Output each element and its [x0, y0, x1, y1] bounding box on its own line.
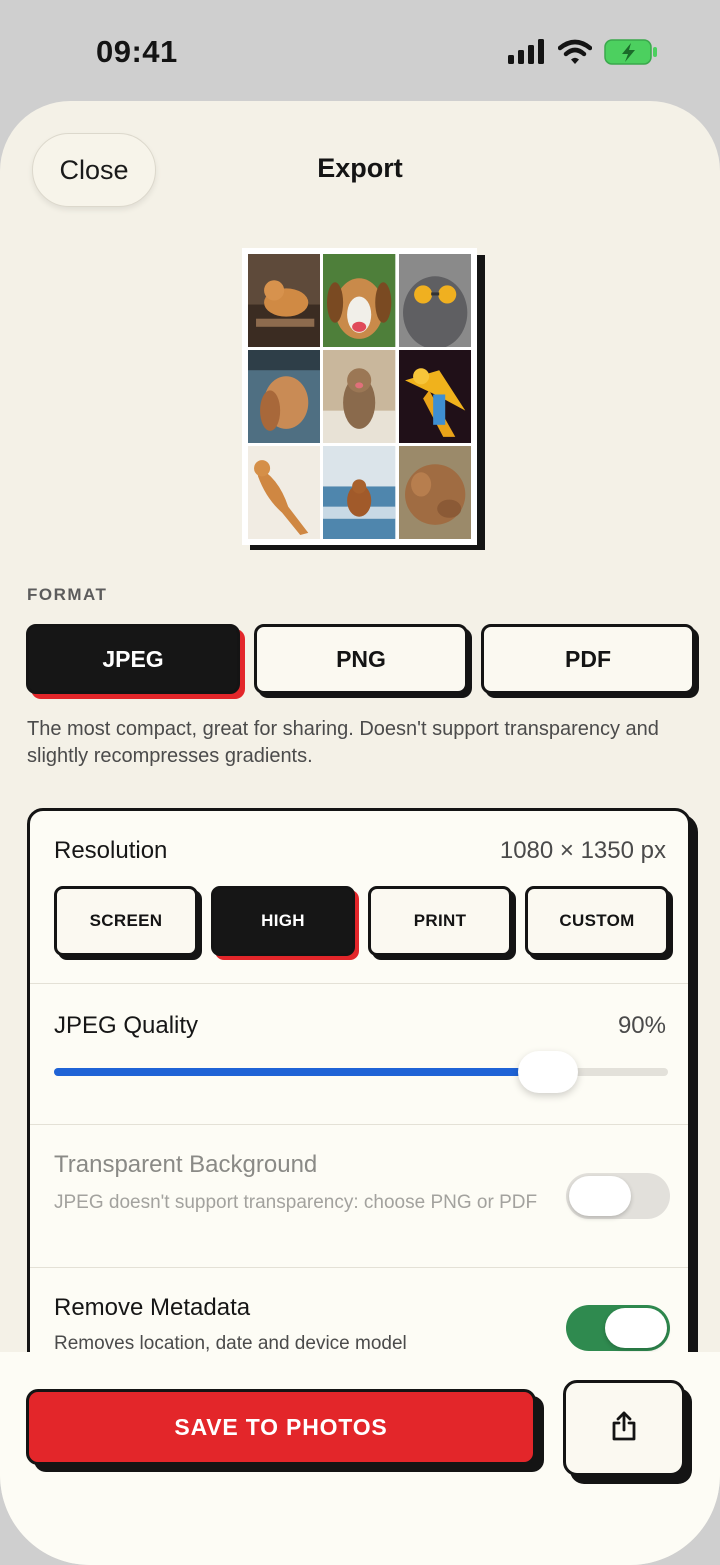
format-section-label: FORMAT: [27, 585, 108, 604]
quality-row: JPEG Quality 90%: [30, 984, 688, 1125]
collage-preview: [242, 248, 477, 545]
remove-metadata-toggle[interactable]: [566, 1305, 670, 1351]
format-option-pdf[interactable]: PDF: [481, 624, 695, 694]
photo-tile-cat-stretching: [248, 446, 321, 539]
resolution-value: 1080 × 1350 px: [499, 837, 666, 864]
resolution-option-print[interactable]: PRINT: [368, 886, 512, 956]
save-to-photos-button[interactable]: SAVE TO PHOTOS: [26, 1389, 536, 1465]
quality-value: 90%: [617, 1012, 666, 1039]
transparent-background-row: Transparent Background JPEG doesn't supp…: [30, 1125, 688, 1268]
share-icon: [610, 1410, 638, 1447]
transparent-background-hint: JPEG doesn't support transparency: choos…: [54, 1192, 538, 1213]
resolution-option-screen[interactable]: SCREEN: [54, 886, 198, 956]
cellular-signal-icon: [508, 39, 546, 70]
bottom-action-bar: SAVE TO PHOTOS: [0, 1352, 720, 1565]
photo-tile-dog-running-beach: [323, 446, 396, 539]
photo-tile-spaniel-dog: [248, 350, 321, 443]
settings-card: Resolution 1080 × 1350 px SCREEN HIGH PR…: [27, 808, 691, 1428]
photo-tile-beagle-dog: [323, 254, 396, 347]
photo-tile-cat-playing: [398, 446, 471, 539]
resolution-label: Resolution: [54, 837, 168, 864]
transparent-background-toggle[interactable]: [566, 1173, 670, 1219]
resolution-option-high[interactable]: HIGH: [211, 886, 355, 956]
photo-tile-parrot: [398, 350, 471, 443]
photo-tile-cat-lounging: [248, 254, 321, 347]
transparent-background-label: Transparent Background: [54, 1151, 318, 1178]
quality-slider-fill: [54, 1068, 548, 1076]
format-option-png[interactable]: PNG: [254, 624, 468, 694]
battery-charging-icon: [604, 38, 658, 71]
toggle-knob: [569, 1176, 631, 1216]
resolution-row: Resolution 1080 × 1350 px SCREEN HIGH PR…: [30, 811, 688, 984]
format-selector: JPEG PNG PDF: [26, 624, 696, 696]
status-bar: 09:41: [0, 0, 720, 100]
resolution-option-custom[interactable]: CUSTOM: [525, 886, 669, 956]
toggle-knob: [605, 1308, 667, 1348]
export-sheet: Close Export FORMAT JPEG PNG PDF The mos…: [0, 101, 720, 1565]
quality-label: JPEG Quality: [54, 1012, 199, 1039]
status-time: 09:41: [96, 34, 178, 69]
sheet-title: Export: [317, 153, 403, 183]
format-option-jpeg[interactable]: JPEG: [26, 624, 240, 694]
wifi-icon: [557, 39, 593, 70]
photo-tile-kitten-meowing: [323, 350, 396, 443]
status-icons: [508, 38, 658, 71]
share-button[interactable]: [563, 1380, 685, 1476]
remove-metadata-label: Remove Metadata: [54, 1294, 251, 1321]
format-description: The most compact, great for sharing. Doe…: [27, 718, 659, 767]
quality-slider-thumb[interactable]: [517, 1051, 578, 1093]
photo-tile-cat-with-sunglasses: [398, 254, 471, 347]
